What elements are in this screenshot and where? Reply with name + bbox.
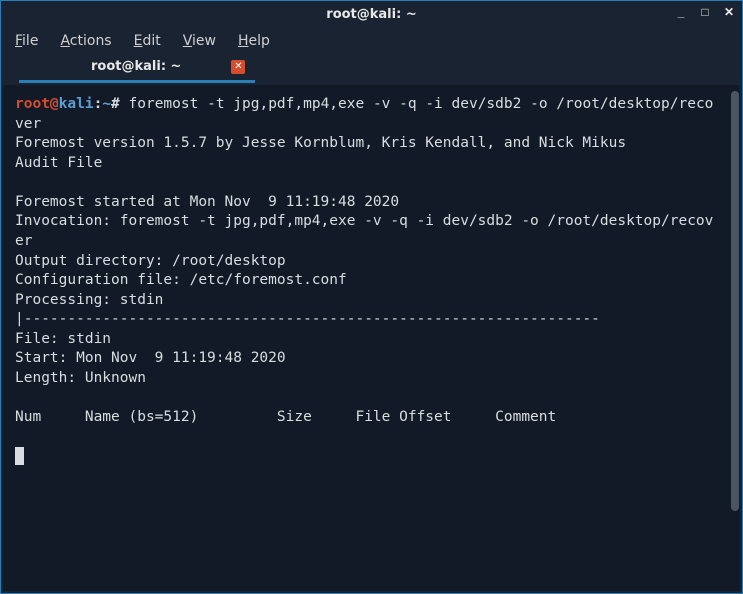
terminal-output[interactable]: root@kali:~# foremost -t jpg,pdf,mp4,exe… (3, 85, 730, 591)
scrollbar-thumb[interactable] (731, 91, 739, 511)
prompt-host: kali (59, 96, 94, 112)
prompt-colon: : (94, 96, 103, 112)
terminal-window: root@kali: ~ _ □ ✕ File Actions Edit Vie… (0, 0, 743, 594)
output-blank (15, 174, 24, 190)
cursor (15, 447, 24, 465)
output-header: Num Name (bs=512) Size File Offset Comme… (15, 409, 556, 425)
output-line: Configuration file: /etc/foremost.conf (15, 272, 347, 288)
scrollbar[interactable] (730, 85, 740, 591)
tabbar: root@kali: ~ ✕ (1, 55, 742, 83)
titlebar[interactable]: root@kali: ~ _ □ ✕ (1, 1, 742, 27)
menu-view[interactable]: View (183, 33, 216, 49)
maximize-button[interactable]: □ (698, 5, 712, 19)
tab-label: root@kali: ~ (91, 59, 181, 74)
output-line: File: stdin (15, 331, 111, 347)
output-line: Processing: stdin (15, 292, 163, 308)
window-controls: _ □ ✕ (674, 5, 736, 19)
output-line: Output directory: /root/desktop (15, 253, 286, 269)
menu-file[interactable]: File (15, 33, 38, 49)
output-line: Length: Unknown (15, 370, 146, 386)
minimize-button[interactable]: _ (674, 5, 688, 19)
menu-actions[interactable]: Actions (60, 33, 111, 49)
output-line: Invocation: foremost -t jpg,pdf,mp4,exe … (15, 213, 713, 249)
tab-active[interactable]: root@kali: ~ ✕ (19, 55, 255, 83)
menubar: File Actions Edit View Help (1, 27, 742, 55)
output-line: |---------------------------------------… (15, 311, 600, 327)
menu-help[interactable]: Help (238, 33, 270, 49)
output-line: Audit File (15, 155, 102, 171)
tab-close-icon[interactable]: ✕ (231, 60, 245, 74)
output-line: Foremost started at Mon Nov 9 11:19:48 2… (15, 194, 399, 210)
prompt-at: @ (50, 96, 59, 112)
prompt-user: root (15, 96, 50, 112)
prompt-path: ~ (102, 96, 111, 112)
output-line: Start: Mon Nov 9 11:19:48 2020 (15, 350, 286, 366)
output-blank (15, 389, 24, 405)
prompt-hash: # (111, 96, 128, 112)
close-button[interactable]: ✕ (722, 5, 736, 19)
output-line: Foremost version 1.5.7 by Jesse Kornblum… (15, 135, 626, 151)
terminal-container: root@kali:~# foremost -t jpg,pdf,mp4,exe… (3, 85, 740, 591)
output-blank (15, 429, 24, 445)
window-title: root@kali: ~ (326, 7, 416, 22)
menu-edit[interactable]: Edit (134, 33, 161, 49)
